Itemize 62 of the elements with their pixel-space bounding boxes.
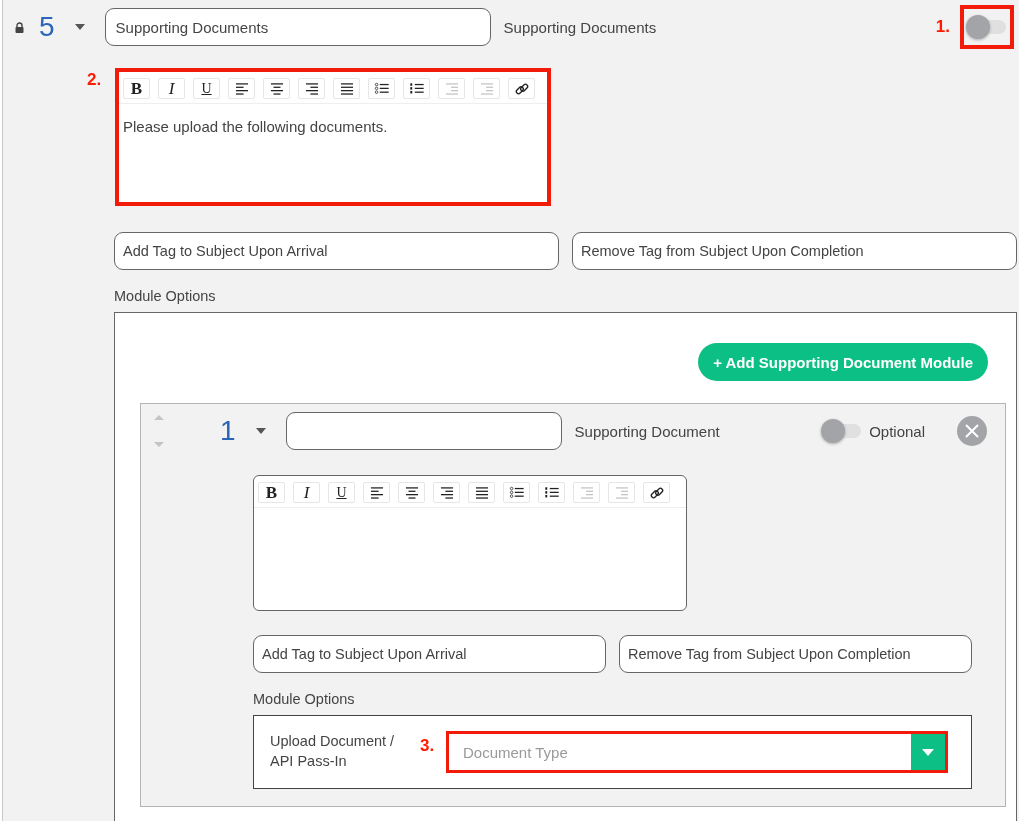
- text-editor[interactable]: B I U: [253, 475, 687, 611]
- lock-icon: [15, 21, 24, 33]
- toggle-switch[interactable]: [966, 15, 1006, 39]
- justify-icon: [338, 81, 355, 96]
- justify-button[interactable]: [333, 78, 360, 99]
- align-right-button[interactable]: [433, 482, 460, 503]
- numbered-list-icon: [408, 81, 425, 96]
- align-left-icon: [368, 485, 385, 500]
- align-right-icon: [438, 485, 455, 500]
- callout-number: 3.: [420, 736, 436, 756]
- module-number: 1: [220, 417, 236, 445]
- link-icon: [514, 81, 529, 96]
- justify-icon: [473, 485, 490, 500]
- underline-button[interactable]: U: [193, 78, 220, 99]
- align-right-icon: [303, 81, 320, 96]
- align-center-button[interactable]: [398, 482, 425, 503]
- align-left-icon: [233, 81, 250, 96]
- bullet-list-icon: [373, 81, 390, 96]
- tag-field[interactable]: Remove Tag from Subject Upon Completion: [619, 635, 972, 673]
- section-label: Module Options: [253, 691, 356, 707]
- justify-button[interactable]: [468, 482, 495, 503]
- toggle-switch[interactable]: [821, 419, 862, 443]
- link-button[interactable]: [643, 482, 670, 503]
- numbered-list-button[interactable]: [403, 78, 430, 99]
- outdent-icon: [478, 81, 495, 96]
- section-title-field[interactable]: Supporting Documents: [104, 8, 491, 46]
- caret-icon[interactable]: [255, 428, 266, 434]
- indent-icon: [578, 485, 595, 500]
- section-label: Module Options: [114, 288, 217, 304]
- callout-number: 1.: [935, 17, 950, 37]
- align-left-button[interactable]: [228, 78, 255, 99]
- module-title-field[interactable]: [285, 412, 562, 450]
- link-icon: [649, 485, 664, 500]
- align-right-button[interactable]: [298, 78, 325, 99]
- align-center-icon: [268, 81, 285, 96]
- indent-icon: [443, 81, 460, 96]
- underline-button[interactable]: U: [328, 482, 355, 503]
- bold-button[interactable]: B: [258, 482, 285, 503]
- numbered-list-button[interactable]: [538, 482, 565, 503]
- bullet-list-icon: [508, 485, 525, 500]
- bold-button[interactable]: B: [123, 78, 150, 99]
- align-left-button[interactable]: [363, 482, 390, 503]
- caret-icon[interactable]: [74, 24, 85, 30]
- link-button[interactable]: [508, 78, 535, 99]
- callout-number: 2.: [87, 70, 103, 91]
- tag-field[interactable]: Remove Tag from Subject Upon Completion: [572, 232, 1017, 270]
- editor-content[interactable]: Please upload the following documents.: [119, 104, 547, 149]
- module-type-label: Supporting Documents: [503, 18, 657, 36]
- bullet-list-button[interactable]: [503, 482, 530, 503]
- optional-label: Optional: [869, 422, 925, 440]
- tag-field[interactable]: Add Tag to Subject Upon Arrival: [253, 635, 606, 673]
- upload-label: Upload Document / API Pass-In: [270, 732, 396, 771]
- outdent-icon: [613, 485, 630, 500]
- section-number: 5: [39, 13, 55, 41]
- align-center-icon: [403, 485, 420, 500]
- tag-field[interactable]: Add Tag to Subject Upon Arrival: [114, 232, 559, 270]
- align-center-button[interactable]: [263, 78, 290, 99]
- italic-button[interactable]: I: [158, 78, 185, 99]
- bullet-list-button[interactable]: [368, 78, 395, 99]
- italic-button[interactable]: I: [293, 482, 320, 503]
- module-type-label: Supporting Document: [574, 422, 720, 440]
- numbered-list-icon: [543, 485, 560, 500]
